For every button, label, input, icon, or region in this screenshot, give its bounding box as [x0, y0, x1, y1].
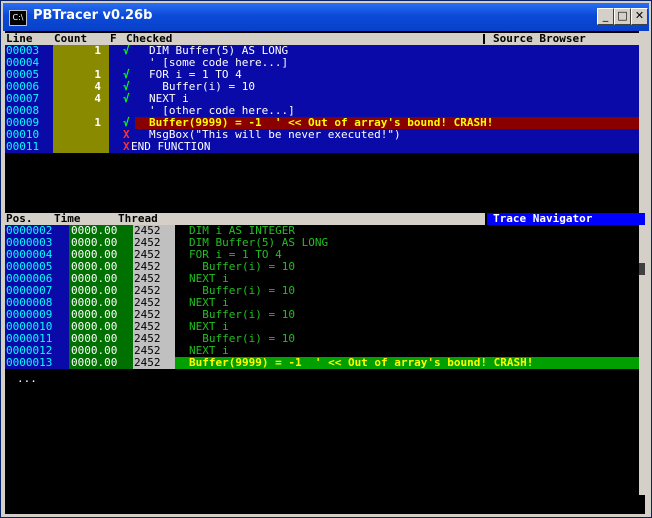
source-scrollbar[interactable]	[639, 31, 645, 213]
title-bar[interactable]: C:\ PBTracer v0.26b _ □ ✕	[3, 3, 649, 31]
trace-pos: 0000013	[5, 357, 69, 369]
trace-scroll-thumb[interactable]	[639, 263, 645, 275]
trace-ellipsis: ...	[17, 372, 37, 385]
app-window: C:\ PBTracer v0.26b _ □ ✕ Line Count F C…	[0, 0, 652, 518]
trace-row[interactable]: 0000013 0000.00 2452 Buffer(9999) = -1 ' <<…	[5, 357, 639, 369]
source-row[interactable]: 00010 X MsgBox("This will be never execute…	[5, 129, 639, 141]
trace-code: Buffer(9999) = -1 ' << Out of array's bo…	[175, 357, 639, 369]
source-count	[53, 129, 109, 141]
window-title: PBTracer v0.26b	[33, 8, 153, 23]
close-button[interactable]: ✕	[631, 8, 648, 25]
col-flag-header[interactable]: F	[110, 33, 117, 45]
trace-thread: 2452	[133, 357, 175, 369]
col-count-header[interactable]: Count	[54, 33, 87, 45]
trace-code: Buffer(i) = 10	[189, 308, 295, 321]
console-client-area: Line Count F Checked Source Browser 0000…	[5, 31, 645, 514]
source-count	[53, 141, 109, 153]
maximize-button[interactable]: □	[614, 8, 631, 25]
source-check-mark: √	[123, 44, 130, 57]
source-browser-title: Source Browser	[493, 32, 586, 45]
source-row[interactable]: 00003 1 √ DIM Buffer(5) AS LONG	[5, 45, 639, 57]
source-count: 4	[53, 93, 109, 105]
source-row[interactable]: 00011 X END FUNCTION	[5, 141, 639, 153]
trace-time: 0000.00	[69, 357, 133, 369]
header-divider	[483, 34, 485, 44]
source-header: Line Count F Checked Source Browser	[5, 33, 645, 45]
source-check-mark: √	[123, 92, 130, 105]
source-count: 1	[53, 45, 109, 57]
trace-code: Buffer(i) = 10	[189, 284, 295, 297]
source-code: Buffer(i) = 10	[149, 80, 255, 93]
trace-scrollbar[interactable]	[639, 225, 645, 495]
source-row[interactable]: 00007 4 √ NEXT i	[5, 93, 639, 105]
source-count: 1	[53, 117, 109, 129]
source-code: END FUNCTION	[131, 140, 211, 153]
trace-navigator-title: Trace Navigator	[487, 213, 645, 225]
console-icon[interactable]: C:\	[9, 10, 27, 26]
minimize-button[interactable]: _	[597, 8, 614, 25]
trace-code: Buffer(i) = 10	[189, 332, 295, 345]
trace-code: Buffer(i) = 10	[189, 260, 295, 273]
source-line-number: 00011	[6, 140, 40, 153]
